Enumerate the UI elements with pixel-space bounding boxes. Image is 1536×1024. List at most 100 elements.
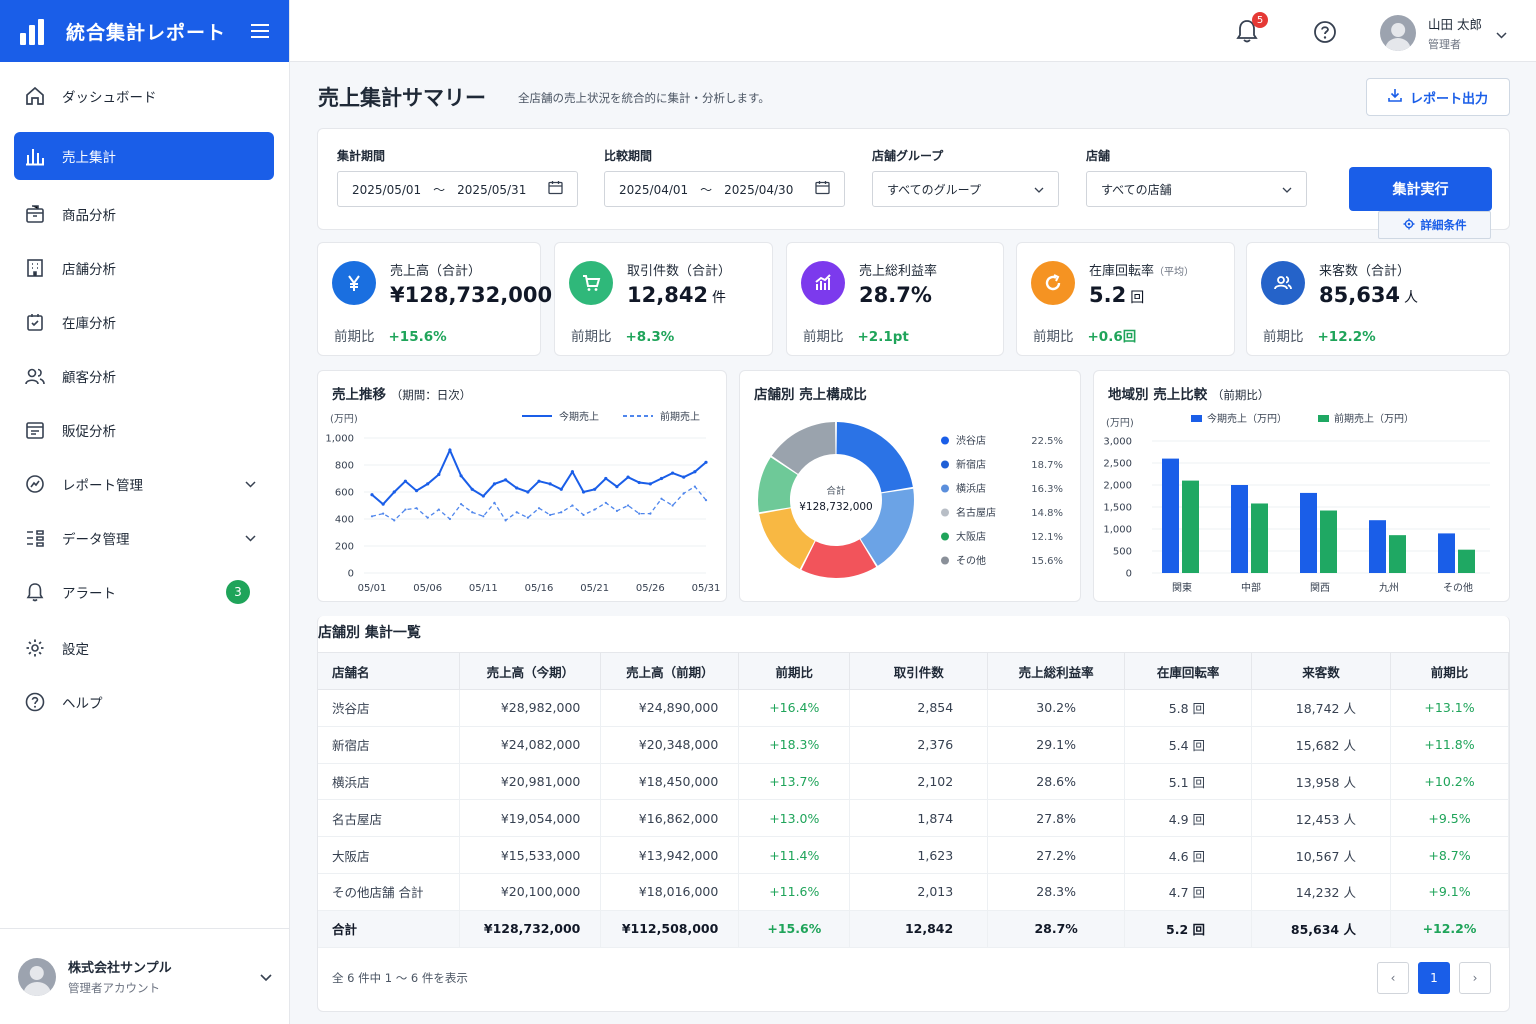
download-icon	[1388, 88, 1402, 106]
data-point	[704, 460, 708, 464]
data-point	[381, 502, 385, 506]
kpi-card: 売上高（合計） ¥128,732,000 前期比 +15.6%	[317, 242, 552, 356]
chevron-down-icon[interactable]	[1496, 24, 1507, 43]
kpi-value: 85,634 人	[1319, 283, 1418, 307]
box-icon	[24, 203, 46, 225]
table-cell: ¥20,100,000	[459, 873, 602, 911]
data-point	[504, 519, 507, 522]
detail-conditions-button[interactable]: 詳細条件	[1378, 211, 1491, 239]
store-select[interactable]: すべての店舗	[1086, 171, 1307, 207]
sidebar-item-help[interactable]: ヘルプ	[14, 678, 274, 726]
chevron-down-icon[interactable]	[245, 531, 256, 545]
table-cell: 18,742 人	[1251, 689, 1391, 727]
sidebar-item-label: 顧客分析	[62, 370, 116, 386]
export-report-button[interactable]: レポート出力	[1366, 78, 1510, 116]
sidebar-item-label: データ管理	[62, 532, 130, 548]
table-count-text: 全 6 件中 1 ～ 6 件を表示	[332, 971, 468, 985]
company-avatar	[18, 957, 56, 996]
data-point	[414, 489, 419, 493]
y-tick-label: 500	[1113, 547, 1132, 558]
sidebar-item-bar-chart[interactable]: 売上集計	[14, 132, 274, 180]
kpi-comparison-label: 前期比	[1263, 329, 1304, 345]
x-tick-label: 05/16	[525, 583, 554, 594]
prev-page-button[interactable]: ‹	[1377, 962, 1409, 994]
calendar-icon[interactable]	[548, 180, 563, 198]
table-cell: 5.8 回	[1124, 689, 1253, 727]
help-circle-icon[interactable]	[1313, 20, 1337, 44]
sidebar-item-campaign[interactable]: 販促分析	[14, 406, 274, 454]
data-point	[482, 515, 485, 518]
compare-range-input[interactable]: 2025/04/01 ～ 2025/04/30	[604, 171, 845, 207]
donut-center-label: 合計	[826, 485, 846, 497]
hamburger-icon[interactable]	[251, 19, 269, 43]
sidebar-item-data[interactable]: データ管理	[14, 514, 274, 562]
sidebar-item-label: 店舗分析	[62, 262, 116, 278]
store-group-select[interactable]: すべてのグループ	[872, 171, 1059, 207]
column-header[interactable]: 在庫回転率	[1124, 652, 1253, 690]
sales-trend-chart: (万円) 0 200 400 600 800 1,000 05/01 05/06 05/11 05/…	[325, 410, 720, 594]
calendar-icon[interactable]	[815, 180, 830, 198]
chevron-down-icon	[1034, 182, 1044, 196]
kpi-comparison-value: +0.6回	[1087, 329, 1137, 345]
users-icon	[24, 365, 46, 387]
kpi-label: 売上高（合計）	[390, 260, 481, 279]
bar	[1320, 510, 1337, 573]
table-cell: 5.1 回	[1124, 763, 1253, 801]
chevron-down-icon[interactable]	[260, 967, 272, 986]
kpi-label: 売上総利益率	[859, 260, 937, 279]
table-cell: +11.8%	[1390, 726, 1510, 764]
kpi-comparison-label: 前期比	[571, 329, 612, 345]
kpi-value-unit: 回	[1130, 290, 1145, 306]
table-cell: ¥19,054,000	[459, 799, 602, 838]
kpi-label: 取引件数（合計）	[627, 260, 731, 279]
period-range-input[interactable]: 2025/05/01 ～ 2025/05/31	[337, 171, 578, 207]
page-1-button[interactable]: 1	[1418, 962, 1450, 994]
column-header[interactable]: 来客数	[1251, 652, 1391, 690]
refresh-icon	[1031, 261, 1075, 305]
compare-range-value: 2025/04/01 ～ 2025/04/30	[619, 182, 794, 197]
column-header[interactable]: 売上高（前期）	[600, 652, 740, 690]
table-total-row: 合計 ¥128,732,000 ¥112,508,000 +15.6% 12,842 28…	[318, 910, 1510, 948]
column-header[interactable]: 前期比	[1390, 652, 1510, 690]
data-point	[382, 512, 385, 515]
run-aggregation-button[interactable]: 集計実行	[1349, 167, 1492, 211]
y-tick-label: 3,000	[1103, 437, 1132, 448]
sidebar-item-box[interactable]: 商品分析	[14, 190, 274, 238]
x-tick-label: 05/06	[413, 583, 442, 594]
store-group-label: 店舗グループ	[872, 149, 944, 163]
table-row: 新宿店 ¥24,082,000 ¥20,348,000 +18.3% 2,376 29.1…	[318, 726, 1510, 764]
sidebar-item-users[interactable]: 顧客分析	[14, 352, 274, 400]
data-point	[492, 482, 497, 486]
chevron-down-icon[interactable]	[245, 477, 256, 491]
kpi-label-text: 来客数（合計）	[1319, 264, 1411, 279]
next-page-button[interactable]: ›	[1459, 962, 1491, 994]
sidebar-item-building[interactable]: 店舗分析	[14, 244, 274, 292]
table-cell: +13.0%	[738, 799, 851, 838]
donut-slice	[836, 422, 913, 493]
data-point	[593, 508, 596, 511]
column-header[interactable]: 売上総利益率	[987, 652, 1126, 690]
y-tick-label: 0	[1126, 569, 1132, 580]
sidebar-item-home[interactable]: ダッシュボード	[14, 72, 274, 120]
column-header[interactable]: 売上高（今期）	[459, 652, 602, 690]
donut-slice	[759, 508, 815, 570]
sidebar-item-bell[interactable]: アラート 3	[14, 568, 274, 616]
sidebar-item-report[interactable]: レポート管理	[14, 460, 274, 508]
table-cell: 4.9 回	[1124, 799, 1253, 838]
table-cell: +8.7%	[1390, 836, 1510, 874]
column-header[interactable]: 前期比	[738, 652, 851, 690]
legend-percent: 14.8%	[1031, 508, 1063, 519]
account-switcher[interactable]: 株式会社サンプル 管理者アカウント	[0, 928, 290, 1024]
sidebar-item-gear[interactable]: 設定	[14, 624, 274, 672]
visitors-icon	[1261, 261, 1305, 305]
kpi-label-text: 在庫回転率	[1089, 264, 1155, 279]
sidebar-item-inventory[interactable]: 在庫分析	[14, 298, 274, 346]
column-header[interactable]: 取引件数	[849, 652, 989, 690]
user-menu[interactable]: 山田 太郎 管理者	[1380, 14, 1507, 52]
kpi-card: 売上総利益率 28.7% 前期比 +2.1pt	[786, 242, 1004, 356]
table-cell: 85,634 人	[1251, 910, 1391, 948]
table-cell: 渋谷店	[318, 689, 461, 727]
y-tick-label: 1,000	[1103, 525, 1132, 536]
table-cell: ¥24,082,000	[459, 726, 602, 764]
column-header[interactable]: 店舗名	[318, 652, 461, 690]
